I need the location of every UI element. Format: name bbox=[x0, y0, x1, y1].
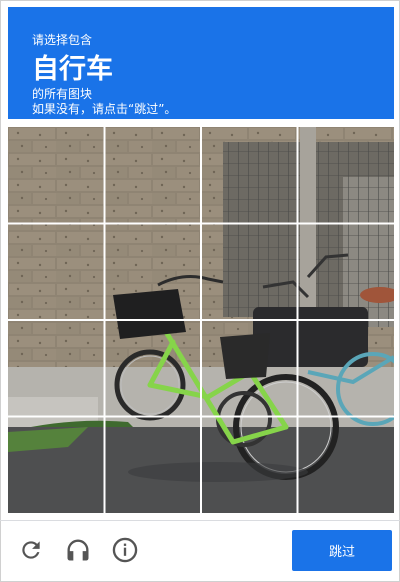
tile-image bbox=[297, 223, 394, 320]
image-tile[interactable] bbox=[104, 416, 201, 513]
challenge-header: 请选择包含 自行车 的所有图块 如果没有，请点击“跳过”。 bbox=[8, 7, 394, 119]
image-tile[interactable] bbox=[8, 223, 105, 320]
footer-divider bbox=[0, 520, 400, 521]
tile-image bbox=[201, 223, 298, 320]
image-tile[interactable] bbox=[201, 320, 298, 417]
skip-hint: 如果没有，请点击“跳过”。 bbox=[32, 102, 177, 116]
image-tile[interactable] bbox=[201, 416, 298, 513]
tile-image bbox=[8, 416, 105, 513]
skip-button[interactable]: 跳过 bbox=[292, 530, 392, 571]
tile-image bbox=[297, 127, 394, 224]
image-tile[interactable] bbox=[104, 223, 201, 320]
info-button[interactable] bbox=[110, 535, 140, 565]
image-tile[interactable] bbox=[201, 127, 298, 224]
tile-image bbox=[201, 416, 298, 513]
tile-image bbox=[104, 127, 201, 224]
target-object-label: 自行车 bbox=[32, 54, 113, 85]
headphones-icon bbox=[67, 539, 89, 561]
image-tile[interactable] bbox=[201, 223, 298, 320]
audio-challenge-button[interactable] bbox=[63, 535, 93, 565]
tile-image bbox=[201, 320, 298, 417]
image-tile-grid bbox=[8, 127, 394, 513]
tile-image bbox=[8, 320, 105, 417]
image-tile[interactable] bbox=[104, 127, 201, 224]
tile-image bbox=[8, 223, 105, 320]
reload-icon bbox=[22, 541, 40, 559]
instruction-text: 请选择包含 bbox=[32, 33, 93, 47]
image-tile[interactable] bbox=[297, 320, 394, 417]
tile-image bbox=[297, 416, 394, 513]
image-tile[interactable] bbox=[297, 127, 394, 224]
image-tile[interactable] bbox=[104, 320, 201, 417]
tile-image bbox=[8, 127, 105, 224]
reload-button[interactable] bbox=[16, 535, 46, 565]
image-tile[interactable] bbox=[297, 223, 394, 320]
info-icon bbox=[112, 537, 138, 563]
tile-image bbox=[104, 320, 201, 417]
image-tile[interactable] bbox=[297, 416, 394, 513]
instruction-subtitle: 的所有图块 bbox=[32, 87, 93, 101]
tile-image bbox=[201, 127, 298, 224]
image-tile[interactable] bbox=[8, 127, 105, 224]
image-tile[interactable] bbox=[8, 416, 105, 513]
tile-image bbox=[104, 416, 201, 513]
image-tile[interactable] bbox=[8, 320, 105, 417]
tile-image bbox=[104, 223, 201, 320]
tile-image bbox=[297, 320, 394, 417]
